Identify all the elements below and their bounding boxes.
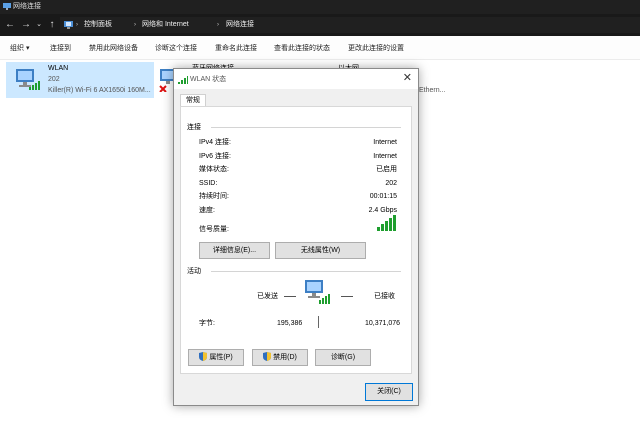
group-divider <box>211 127 401 128</box>
window-titlebar: 网络连接 <box>0 0 640 14</box>
signal-strength-icon <box>377 215 396 231</box>
ipv6-value: Internet <box>373 153 397 160</box>
bytes-label: 字节: <box>199 320 215 327</box>
diagnose-button[interactable]: 诊断(G) <box>315 349 371 366</box>
bytes-sent-value: 195,386 <box>277 320 303 327</box>
wifi-status-icon <box>178 76 188 84</box>
window-title: 网络连接 <box>13 3 41 10</box>
breadcrumb-network-connections[interactable]: 网络连接 <box>226 20 254 30</box>
media-state-value: 已启用 <box>376 166 397 173</box>
ipv4-label: IPv4 连接: <box>199 139 231 146</box>
close-icon[interactable]: ✕ <box>403 71 412 85</box>
activity-group-label: 活动 <box>187 268 201 275</box>
sent-label: 已发送 <box>257 293 278 300</box>
adapter-status: 202 <box>48 76 60 83</box>
properties-label: 属性(P) <box>209 354 233 361</box>
diagnose-connection-button[interactable]: 诊断这个连接 <box>155 44 197 53</box>
duration-value: 00:01:15 <box>369 193 397 200</box>
sent-dash <box>284 296 296 297</box>
speed-value: 2.4 Gbps <box>368 207 397 214</box>
dialog-title: WLAN 状态 <box>190 76 227 83</box>
uac-shield-icon <box>263 352 272 361</box>
breadcrumb-separator-icon: › <box>217 22 219 28</box>
uac-shield-icon <box>199 352 208 361</box>
connect-to-button[interactable]: 连接到 <box>50 44 71 53</box>
history-chevron-icon[interactable]: ⌄ <box>33 18 45 32</box>
ssid-label: SSID: <box>199 180 218 187</box>
connection-group-label: 连接 <box>187 124 201 131</box>
ssid-value: 202 <box>385 180 397 187</box>
received-dash <box>341 296 353 297</box>
control-panel-icon <box>64 21 73 29</box>
adapter-item-wlan[interactable]: WLAN 202 Killer(R) Wi-Fi 6 AX1650i 160M.… <box>6 62 154 98</box>
breadcrumb-separator-icon: › <box>134 22 136 28</box>
adapter-device: Ethern... <box>419 87 446 94</box>
breadcrumb-separator-icon: › <box>76 22 78 28</box>
wifi-adapter-icon <box>16 69 40 90</box>
forward-arrow-icon[interactable]: → <box>20 18 32 32</box>
change-settings-button[interactable]: 更改此连接的设置 <box>348 44 404 53</box>
media-state-label: 媒体状态: <box>199 166 229 173</box>
dialog-titlebar[interactable]: WLAN 状态 ✕ <box>174 69 418 89</box>
general-panel: 连接 IPv4 连接: Internet IPv6 连接: Internet 媒… <box>180 106 412 374</box>
back-arrow-icon[interactable]: ← <box>4 18 16 32</box>
wlan-status-dialog: WLAN 状态 ✕ 常规 连接 IPv4 连接: Internet IPv6 连… <box>173 68 419 406</box>
bytes-received-value: 10,371,076 <box>365 320 401 327</box>
disable-device-button[interactable]: 禁用此网络设备 <box>89 44 138 53</box>
received-label: 已接收 <box>374 293 395 300</box>
disable-label: 禁用(D) <box>273 354 297 361</box>
view-status-button[interactable]: 查看此连接的状态 <box>274 44 330 53</box>
breadcrumb-network-internet[interactable]: 网络和 Internet <box>142 20 189 30</box>
ipv6-label: IPv6 连接: <box>199 153 231 160</box>
duration-label: 持续时间: <box>199 193 229 200</box>
organize-menu[interactable]: 组织 ▾ <box>10 44 29 53</box>
speed-label: 速度: <box>199 207 215 214</box>
close-button[interactable]: 关闭(C) <box>365 383 413 401</box>
command-toolbar: 组织 ▾ 连接到 禁用此网络设备 诊断这个连接 重命名此连接 查看此连接的状态 … <box>0 36 640 60</box>
network-connections-icon <box>3 3 11 10</box>
properties-button[interactable]: 属性(P) <box>188 349 244 366</box>
address-bar[interactable]: › 控制面板 › 网络和 Internet › 网络连接 <box>60 17 640 33</box>
group-divider <box>211 271 401 272</box>
adapter-name: WLAN <box>48 65 69 72</box>
disable-button[interactable]: 禁用(D) <box>252 349 308 366</box>
rename-connection-button[interactable]: 重命名此连接 <box>215 44 257 53</box>
signal-quality-label: 信号质量: <box>199 226 229 233</box>
details-button[interactable]: 详细信息(E)... <box>199 242 270 259</box>
adapter-device: Killer(R) Wi-Fi 6 AX1650i 160M... <box>48 87 151 94</box>
network-activity-icon <box>305 280 330 304</box>
ipv4-value: Internet <box>373 139 397 146</box>
activity-divider <box>318 316 319 328</box>
breadcrumb-control-panel[interactable]: 控制面板 <box>84 20 112 30</box>
up-arrow-icon[interactable]: ↑ <box>46 18 58 32</box>
wireless-properties-button[interactable]: 无线属性(W) <box>275 242 366 259</box>
address-bar-row: ← → ⌄ ↑ › 控制面板 › 网络和 Internet › 网络连接 <box>0 14 640 36</box>
